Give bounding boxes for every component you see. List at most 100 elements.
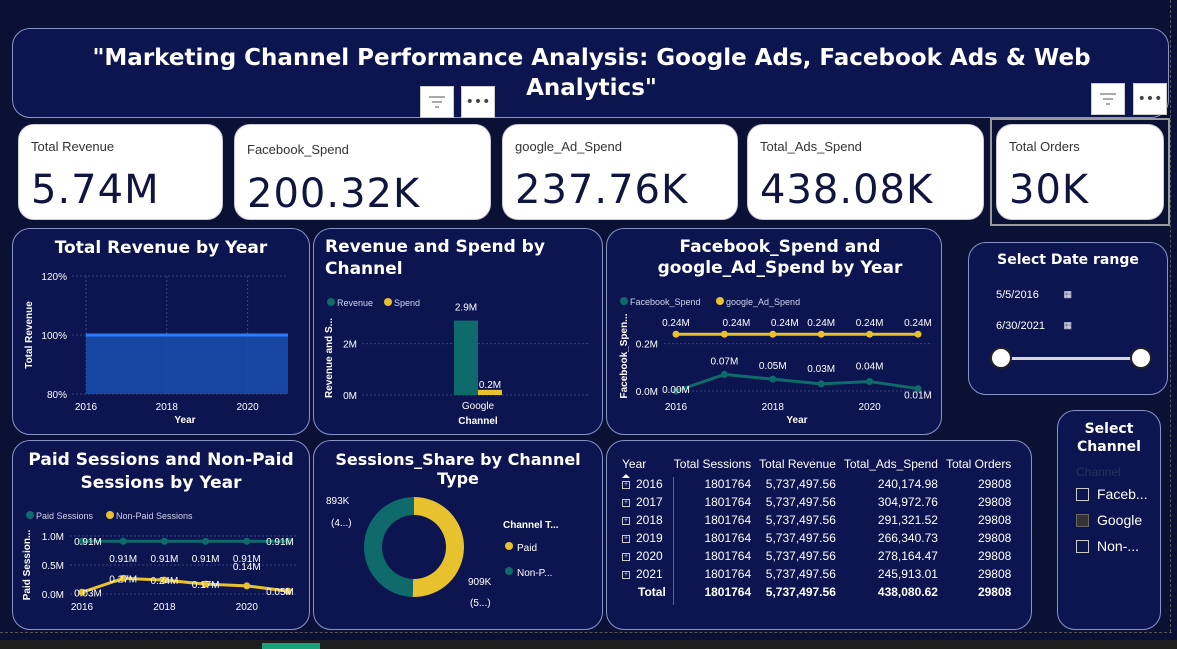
col-header-sessions[interactable]: Total Sessions: [670, 453, 755, 475]
channel-option-facebook[interactable]: Faceb...: [1076, 486, 1148, 502]
page-border-bottom: [0, 632, 1172, 633]
table-row[interactable]: +2021 1801764 5,737,497.56 245,913.01 29808: [618, 565, 1015, 583]
year-label: 2018: [636, 513, 663, 527]
calendar-icon[interactable]: ▦: [1063, 320, 1072, 331]
total-cell: 29808: [977, 585, 1012, 599]
option-label: Google: [1097, 512, 1143, 528]
total-cell: 5,737,497.56: [765, 585, 836, 599]
table-cell: 5,737,497.56: [765, 513, 836, 527]
checkbox[interactable]: [1076, 487, 1089, 501]
kpi-label: Total_Ads_Spend: [760, 139, 862, 154]
table-row[interactable]: +2017 1801764 5,737,497.56 304,972.76 29808: [618, 493, 1015, 511]
kpi-label: google_Ad_Spend: [515, 139, 622, 154]
expand-icon[interactable]: +: [622, 552, 630, 561]
filter-icon[interactable]: [420, 86, 454, 118]
kpi-google-ad-spend[interactable]: google_Ad_Spend 237.76K: [502, 124, 738, 220]
table-row[interactable]: +2019 1801764 5,737,497.56 266,340.73 29808: [618, 529, 1015, 547]
total-cell: Total: [638, 585, 666, 599]
chart-title: Facebook_Spend and google_Ad_Spend by Ye…: [657, 237, 903, 278]
expand-icon[interactable]: +: [622, 498, 630, 507]
chart-title: Sessions_Share by Channel Type: [335, 450, 581, 488]
year-label: 2019: [636, 531, 663, 545]
bottom-page-bar: [0, 640, 1177, 649]
checkbox[interactable]: [1076, 539, 1089, 553]
col-header-orders[interactable]: Total Orders: [942, 453, 1015, 475]
year-label: 2020: [636, 549, 663, 563]
col-header-revenue[interactable]: Total Revenue: [755, 453, 840, 475]
slicer-title: Select Date range: [997, 252, 1139, 268]
year-label: 2021: [636, 567, 663, 581]
kpi-facebook-spend[interactable]: Facebook_Spend 200.32K: [234, 124, 491, 220]
chart-title: Total Revenue by Year: [54, 238, 268, 258]
start-date-input[interactable]: 5/5/2016 ▦: [990, 283, 1076, 307]
table-cell: 1801764: [704, 531, 752, 545]
table-row[interactable]: +2020 1801764 5,737,497.56 278,164.47 29808: [618, 547, 1015, 565]
table-cell: 29808: [977, 495, 1012, 509]
table-cell: 29808: [977, 477, 1012, 491]
slicer-title: Select Channel: [1077, 421, 1141, 455]
table-cell: 5,737,497.56: [765, 567, 836, 581]
kpi-value: 237.76K: [515, 167, 689, 213]
page-title: "Marketing Channel Performance Analysis:…: [92, 45, 1091, 101]
channel-option-google[interactable]: Google: [1076, 512, 1142, 528]
checkbox[interactable]: [1076, 513, 1089, 527]
chart-title: Revenue and Spend by Channel: [325, 237, 545, 279]
expand-icon[interactable]: +: [622, 534, 630, 543]
cell-year: +2017: [618, 493, 670, 511]
title-card: "Marketing Channel Performance Analysis:…: [12, 28, 1169, 118]
date-slider-end-handle[interactable]: [1130, 347, 1152, 369]
calendar-icon[interactable]: ▦: [1063, 289, 1072, 300]
page-border-right: [1170, 0, 1171, 632]
selection-frame: [990, 118, 1170, 226]
table-cell: 5,737,497.56: [765, 549, 836, 563]
table-cell: 304,972.76: [877, 495, 938, 509]
end-date-value: 6/30/2021: [996, 320, 1045, 332]
cell-year: +2018: [618, 511, 670, 529]
kpi-value: 200.32K: [247, 171, 421, 217]
table-cell: 245,913.01: [877, 567, 938, 581]
expand-icon[interactable]: +: [622, 570, 630, 579]
col-header-ads-spend[interactable]: Total_Ads_Spend: [840, 453, 942, 475]
year-label: 2017: [636, 495, 663, 509]
page-tab-active[interactable]: [262, 643, 320, 649]
table-total-row: Total 1801764 5,737,497.56 438,080.62 29808: [618, 583, 1015, 601]
end-date-input[interactable]: 6/30/2021 ▦: [990, 314, 1076, 338]
table-cell: 1801764: [704, 567, 752, 581]
table-row[interactable]: +2018 1801764 5,737,497.56 291,321.52 29808: [618, 511, 1015, 529]
table-cell: 5,737,497.56: [765, 495, 836, 509]
cell-year: +2019: [618, 529, 670, 547]
table-cell: 1801764: [704, 495, 752, 509]
date-slider-start-handle[interactable]: [990, 347, 1012, 369]
kpi-label: Total Revenue: [31, 139, 115, 154]
table-cell: 266,340.73: [877, 531, 938, 545]
table-cell: 29808: [977, 549, 1012, 563]
filter-icon-kpi[interactable]: [1091, 83, 1125, 115]
kpi-label: Facebook_Spend: [247, 142, 349, 157]
chart-card-revenue-year[interactable]: [12, 228, 310, 435]
channel-option-non-paid[interactable]: Non-...: [1076, 538, 1139, 554]
kpi-value: 438.08K: [760, 167, 934, 213]
table-cell: 278,164.47: [877, 549, 938, 563]
total-cell: 1801764: [704, 585, 752, 599]
kpi-total-ads-spend[interactable]: Total_Ads_Spend 438.08K: [747, 124, 984, 220]
more-options-icon[interactable]: •••: [461, 86, 495, 118]
expand-icon[interactable]: +: [622, 516, 630, 525]
table-cell: 1801764: [704, 513, 752, 527]
sort-arrow-icon[interactable]: [618, 470, 678, 482]
table-cell: 1801764: [704, 549, 752, 563]
option-label: Non-...: [1097, 538, 1140, 554]
table-cell: 29808: [977, 513, 1012, 527]
expand-icon[interactable]: +: [622, 480, 630, 489]
table-divider: [673, 477, 674, 605]
date-slider-track[interactable]: [1000, 357, 1142, 360]
more-options-icon-kpi[interactable]: •••: [1133, 83, 1167, 115]
option-label: Faceb...: [1097, 486, 1148, 502]
kpi-total-revenue[interactable]: Total Revenue 5.74M: [18, 124, 223, 220]
table-cell: 5,737,497.56: [765, 477, 836, 491]
table-cell: 29808: [977, 567, 1012, 581]
start-date-value: 5/5/2016: [996, 289, 1039, 301]
chart-title: Paid Sessions and Non-Paid Sessions by Y…: [28, 450, 294, 493]
total-cell: 438,080.62: [877, 585, 938, 599]
table-cell: 5,737,497.56: [765, 531, 836, 545]
table-cell: 291,321.52: [877, 513, 938, 527]
